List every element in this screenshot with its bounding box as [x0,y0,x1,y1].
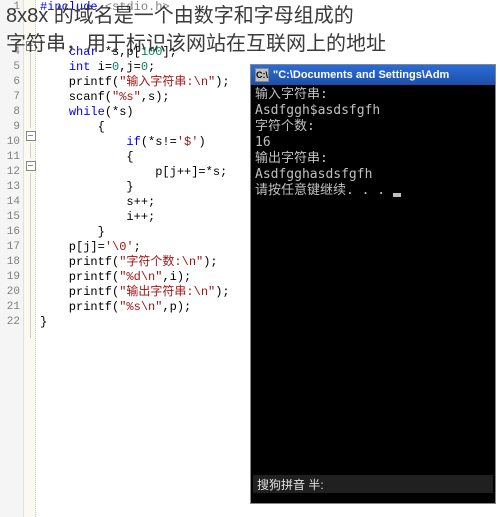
line-number: 14 [0,195,24,210]
console-line: Asdfgghasdsfgfh [255,167,491,183]
line-number: 12 [0,165,24,180]
code-line[interactable]: 19 printf("%d\n",i); [0,270,230,285]
code-line[interactable]: 13 } [0,180,230,195]
code-text[interactable]: scanf("%s",s); [36,90,170,105]
code-line[interactable]: 8 while(*s) [0,105,230,120]
line-number: 13 [0,180,24,195]
code-text[interactable]: printf("字符个数:\n"); [36,255,218,270]
line-number: 11 [0,150,24,165]
line-number: 18 [0,255,24,270]
code-line[interactable]: 7 scanf("%s",s); [0,90,230,105]
line-number: 21 [0,300,24,315]
code-text[interactable]: printf("输入字符串:\n"); [36,75,230,90]
code-line[interactable]: 17 p[j]='\0'; [0,240,230,255]
console-line: 字符个数: [255,119,491,135]
code-line[interactable]: 22} [0,315,230,330]
ime-status-bar[interactable]: 搜狗拼音 半: [253,475,493,493]
code-line[interactable]: 5 int i=0,j=0; [0,60,230,75]
ime-text: 搜狗拼音 半: [257,476,324,493]
header-description: 8x8x 的域名是一个由数字和字母组成的 字符串，用于标识该网站在互联网上的地址 [6,2,386,58]
code-text[interactable]: i++; [36,210,155,225]
code-line[interactable]: 6 printf("输入字符串:\n"); [0,75,230,90]
code-line[interactable]: 18 printf("字符个数:\n"); [0,255,230,270]
header-line1: 8x8x 的域名是一个由数字和字母组成的 [6,5,354,27]
code-line[interactable]: 20 printf("输出字符串:\n"); [0,285,230,300]
code-line[interactable]: 11 { [0,150,230,165]
code-line[interactable]: 21 printf("%s\n",p); [0,300,230,315]
console-line: 输出字符串: [255,151,491,167]
line-number: 17 [0,240,24,255]
line-number: 9 [0,120,24,135]
line-number: 19 [0,270,24,285]
cursor-icon [393,193,401,197]
line-number: 16 [0,225,24,240]
header-line2: 字符串，用于标识该网站在互联网上的地址 [6,30,386,58]
line-number: 20 [0,285,24,300]
code-editor[interactable]: 1#include <stdio.h>4 char *s,p[100];5 in… [0,0,260,517]
code-text[interactable]: } [36,225,105,240]
console-icon: C:\ [255,68,269,82]
console-line: 请按任意键继续. . . [255,183,491,199]
code-text[interactable]: { [36,120,105,135]
code-text[interactable]: s++; [36,195,155,210]
code-text[interactable]: if(*s!='$') [36,135,206,150]
code-line[interactable]: 9 { [0,120,230,135]
code-text[interactable]: printf("%s\n",p); [36,300,191,315]
code-line[interactable]: 15 i++; [0,210,230,225]
code-text[interactable]: printf("%d\n",i); [36,270,191,285]
line-number: 6 [0,75,24,90]
line-number: 10 [0,135,24,150]
code-text[interactable]: } [36,315,47,330]
line-number: 8 [0,105,24,120]
code-text[interactable]: while(*s) [36,105,134,120]
code-text[interactable]: { [36,150,134,165]
console-title: "C:\Documents and Settings\Adm [273,69,449,81]
code-text[interactable]: p[j++]=*s; [36,165,227,180]
code-text[interactable]: printf("输出字符串:\n"); [36,285,230,300]
console-window: C:\ "C:\Documents and Settings\Adm 输入字符串… [250,64,496,504]
line-number: 15 [0,210,24,225]
code-text[interactable]: int i=0,j=0; [36,60,155,75]
line-number: 22 [0,315,24,330]
line-number: 5 [0,60,24,75]
console-line: 输入字符串: [255,87,491,103]
line-number: 7 [0,90,24,105]
code-line[interactable]: 14 s++; [0,195,230,210]
code-text[interactable]: } [36,180,134,195]
console-line: Asdfggh$asdsfgfh [255,103,491,119]
console-line: 16 [255,135,491,151]
console-titlebar[interactable]: C:\ "C:\Documents and Settings\Adm [251,65,495,85]
code-text[interactable]: p[j]='\0'; [36,240,141,255]
console-output[interactable]: 输入字符串:Asdfggh$asdsfgfh字符个数:16输出字符串:Asdfg… [251,85,495,201]
code-line[interactable]: 16 } [0,225,230,240]
